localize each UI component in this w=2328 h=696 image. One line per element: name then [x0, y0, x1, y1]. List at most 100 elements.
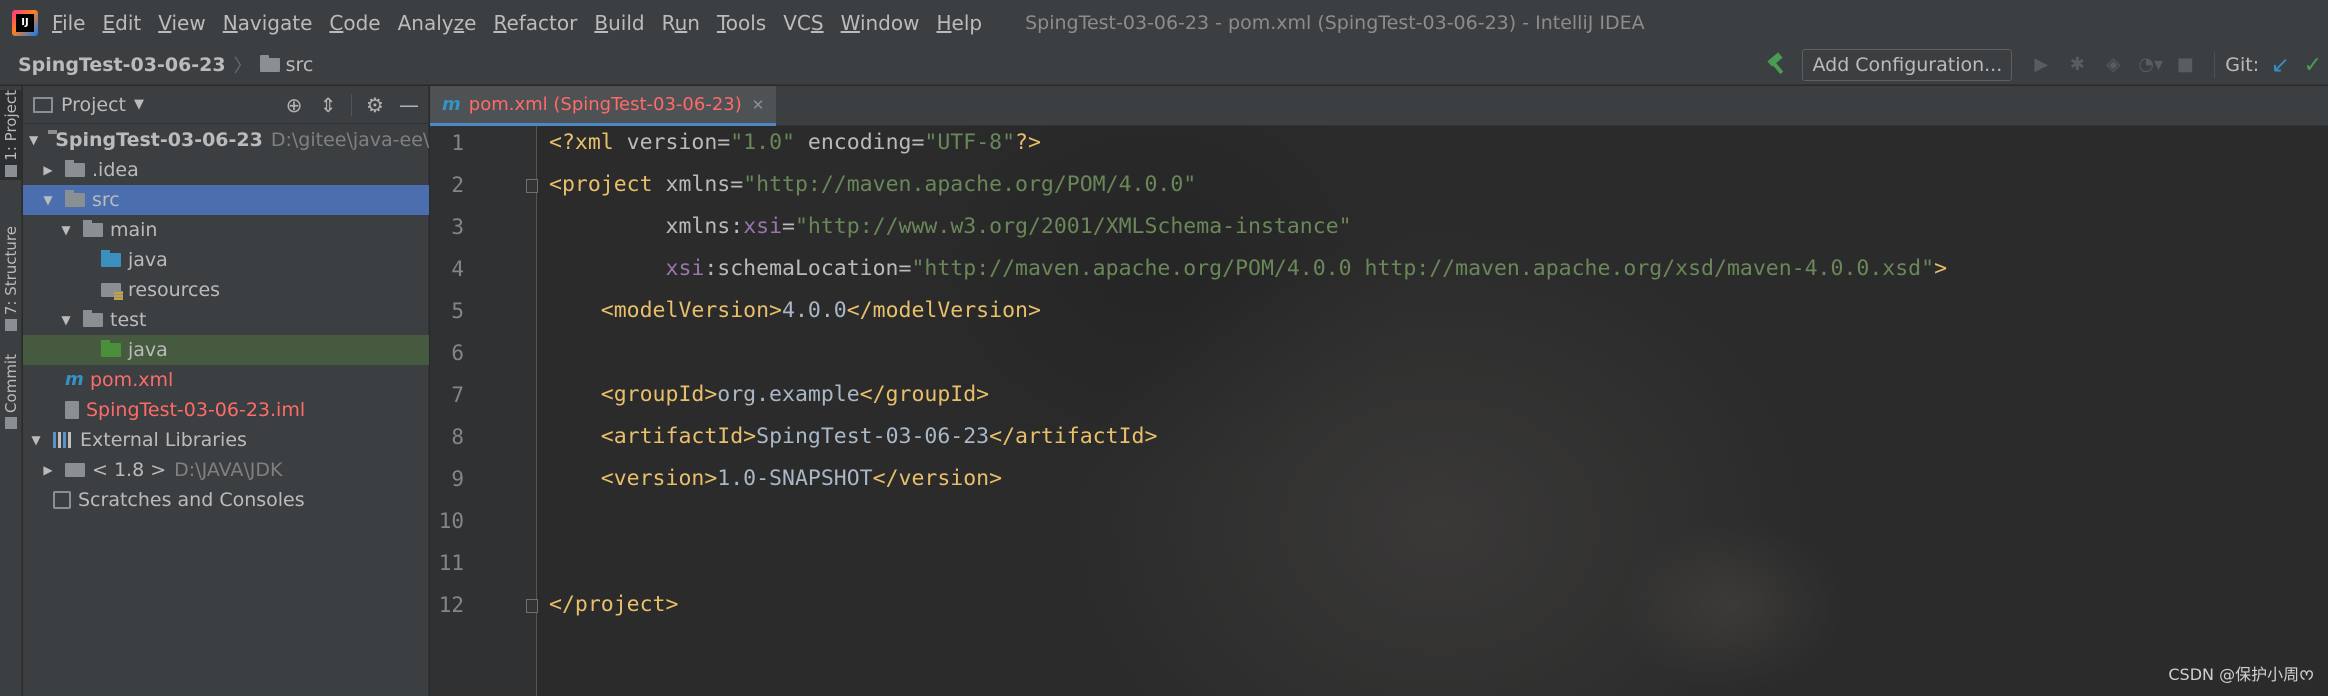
commit-tool-button[interactable]: Commit — [0, 354, 22, 444]
menu-vcs[interactable]: VCS — [783, 11, 823, 35]
menu-file[interactable]: File — [52, 11, 85, 35]
structure-tool-label: 7: Structure — [2, 226, 20, 316]
csdn-watermark: CSDN @保护小周ᰔ — [2168, 665, 2314, 684]
tab-pom-xml[interactable]: m pom.xml (SpingTest-03-06-23) ✕ — [430, 86, 777, 126]
tab-label: pom.xml (SpingTest-03-06-23) — [468, 94, 742, 115]
chevron-down-icon[interactable]: ▼ — [59, 223, 73, 237]
chevron-down-icon[interactable]: ▼ — [59, 313, 73, 327]
tree-item-resources[interactable]: ▶ resources — [23, 275, 429, 305]
structure-tool-button[interactable]: 7: Structure — [0, 226, 22, 336]
menu-code[interactable]: Code — [329, 11, 380, 35]
tree-item-label: SpingTest-03-06-23.iml — [86, 399, 306, 421]
git-commit-icon[interactable]: ✓ — [2304, 53, 2322, 78]
fold-marker-icon[interactable] — [526, 179, 538, 193]
chevron-right-icon[interactable]: ▶ — [41, 463, 55, 477]
tree-item-label: pom.xml — [90, 369, 174, 391]
menu-refactor[interactable]: Refactor — [493, 11, 577, 35]
chevron-down-icon[interactable]: ▼ — [41, 193, 55, 207]
line-number: 5 — [451, 299, 464, 323]
profile-icon[interactable]: ◔▾ — [2138, 54, 2163, 76]
tree-item-src[interactable]: ▼ src — [23, 185, 429, 215]
menu-window[interactable]: Window — [841, 11, 920, 35]
project-tool-button[interactable]: 1: Project — [0, 90, 22, 180]
tree-item-label: resources — [128, 279, 221, 301]
chevron-down-icon[interactable]: ▼ — [134, 97, 144, 112]
tree-item-main-java[interactable]: ▶ java — [23, 245, 429, 275]
code-line-2[interactable]: <project xmlns="http://maven.apache.org/… — [549, 172, 1196, 197]
code-line-12[interactable]: </project> — [549, 592, 678, 617]
run-toolbar: Add Configuration... ▶ ✱ ◈ ◔▾ ■ Git: ↙ ✓ — [1764, 45, 2328, 85]
hide-panel-icon[interactable]: — — [398, 94, 420, 116]
project-panel: Project ▼ ⊕ ⇕ ⚙ — ▼ SpingTest-03-06-23 D… — [23, 86, 429, 696]
run-icon[interactable]: ▶ — [2030, 54, 2052, 76]
coverage-icon[interactable]: ◈ — [2102, 54, 2124, 76]
project-panel-header: Project ▼ ⊕ ⇕ ⚙ — — [23, 86, 428, 124]
debug-icon[interactable]: ✱ — [2066, 54, 2088, 76]
project-tree: ▼ SpingTest-03-06-23 D:\gitee\java-ee\Sp… — [23, 125, 429, 515]
close-icon[interactable]: ✕ — [752, 96, 765, 114]
tree-item-test-java[interactable]: ▶ java — [23, 335, 429, 365]
menu-build[interactable]: Build — [594, 11, 644, 35]
tree-item-iml[interactable]: ▶ SpingTest-03-06-23.iml — [23, 395, 429, 425]
project-panel-title[interactable]: Project — [61, 94, 126, 116]
editor-area: m pom.xml (SpingTest-03-06-23) ✕ 1 2 3 4… — [430, 86, 2328, 696]
git-update-icon[interactable]: ↙ — [2271, 53, 2289, 78]
code-line-8[interactable]: <artifactId>SpingTest-03-06-23</artifact… — [549, 424, 1158, 449]
stop-icon[interactable]: ■ — [2174, 54, 2196, 76]
tree-item-label: Scratches and Consoles — [78, 489, 305, 511]
folder-icon — [259, 54, 280, 72]
code-line-3[interactable]: xmlns:xsi="http://www.w3.org/2001/XMLSch… — [549, 214, 1352, 239]
chevron-down-icon[interactable]: ▼ — [29, 433, 43, 447]
structure-tool-icon — [5, 319, 17, 332]
jdk-path: D:\JAVA\JDK — [174, 459, 283, 481]
git-label: Git: — [2225, 54, 2260, 76]
code-line-7[interactable]: <groupId>org.example</groupId> — [549, 382, 989, 407]
tree-item-test[interactable]: ▼ test — [23, 305, 429, 335]
editor-tab-bar: m pom.xml (SpingTest-03-06-23) ✕ — [430, 86, 2328, 126]
tree-item-external-libraries[interactable]: ▼ External Libraries — [23, 425, 429, 455]
menu-run[interactable]: Run — [662, 11, 700, 35]
menu-help[interactable]: Help — [936, 11, 982, 35]
build-hammer-icon[interactable] — [1764, 53, 1788, 77]
chevron-right-icon[interactable]: ▶ — [41, 163, 55, 177]
project-tool-label: 1: Project — [2, 90, 20, 161]
header-separator — [351, 94, 352, 116]
tree-item-main[interactable]: ▼ main — [23, 215, 429, 245]
libraries-icon — [53, 432, 73, 448]
menu-view[interactable]: View — [158, 11, 205, 35]
code-line-5[interactable]: <modelVersion>4.0.0</modelVersion> — [549, 298, 1041, 323]
line-number: 6 — [451, 341, 464, 365]
line-number: 4 — [451, 257, 464, 281]
tree-item-pom[interactable]: ▶ m pom.xml — [23, 365, 429, 395]
tree-item-scratches[interactable]: ▶ Scratches and Consoles — [23, 485, 429, 515]
menu-analyze[interactable]: Analyze — [398, 11, 477, 35]
tree-item-root[interactable]: ▼ SpingTest-03-06-23 D:\gitee\java-ee\Sp… — [23, 125, 429, 155]
add-configuration-button[interactable]: Add Configuration... — [1802, 49, 2013, 81]
collapse-all-icon[interactable]: ⇕ — [317, 94, 339, 116]
breadcrumb-src[interactable]: src — [259, 54, 313, 76]
code-line-4[interactable]: xsi:schemaLocation="http://maven.apache.… — [549, 256, 1948, 281]
tree-item-label: test — [110, 309, 147, 331]
code-line-9[interactable]: <version>1.0-SNAPSHOT</version> — [549, 466, 1002, 491]
resources-folder-icon — [101, 283, 123, 300]
locate-file-icon[interactable]: ⊕ — [283, 94, 305, 116]
menu-edit[interactable]: Edit — [102, 11, 141, 35]
intellij-logo-icon: IJ — [12, 9, 38, 36]
project-view-icon — [33, 96, 53, 113]
toolbar-separator — [2214, 52, 2216, 78]
test-folder-icon — [101, 340, 121, 357]
breadcrumb-project[interactable]: SpingTest-03-06-23 — [18, 54, 226, 76]
tree-root-label: SpingTest-03-06-23 — [55, 129, 263, 151]
tree-item-label: main — [110, 219, 158, 241]
fold-marker-icon[interactable] — [526, 599, 538, 613]
tree-item-jdk[interactable]: ▶ < 1.8 > D:\JAVA\JDK — [23, 455, 429, 485]
chevron-down-icon[interactable]: ▼ — [29, 133, 38, 147]
line-number: 11 — [438, 551, 464, 575]
commit-tool-label: Commit — [2, 354, 20, 413]
gear-icon[interactable]: ⚙ — [364, 94, 386, 116]
tree-item-label: java — [128, 249, 168, 271]
menu-tools[interactable]: Tools — [717, 11, 766, 35]
tree-item-idea[interactable]: ▶ .idea — [23, 155, 429, 185]
menu-navigate[interactable]: Navigate — [223, 11, 313, 35]
code-line-1[interactable]: <?xml version="1.0" encoding="UTF-8"?> — [549, 130, 1041, 155]
